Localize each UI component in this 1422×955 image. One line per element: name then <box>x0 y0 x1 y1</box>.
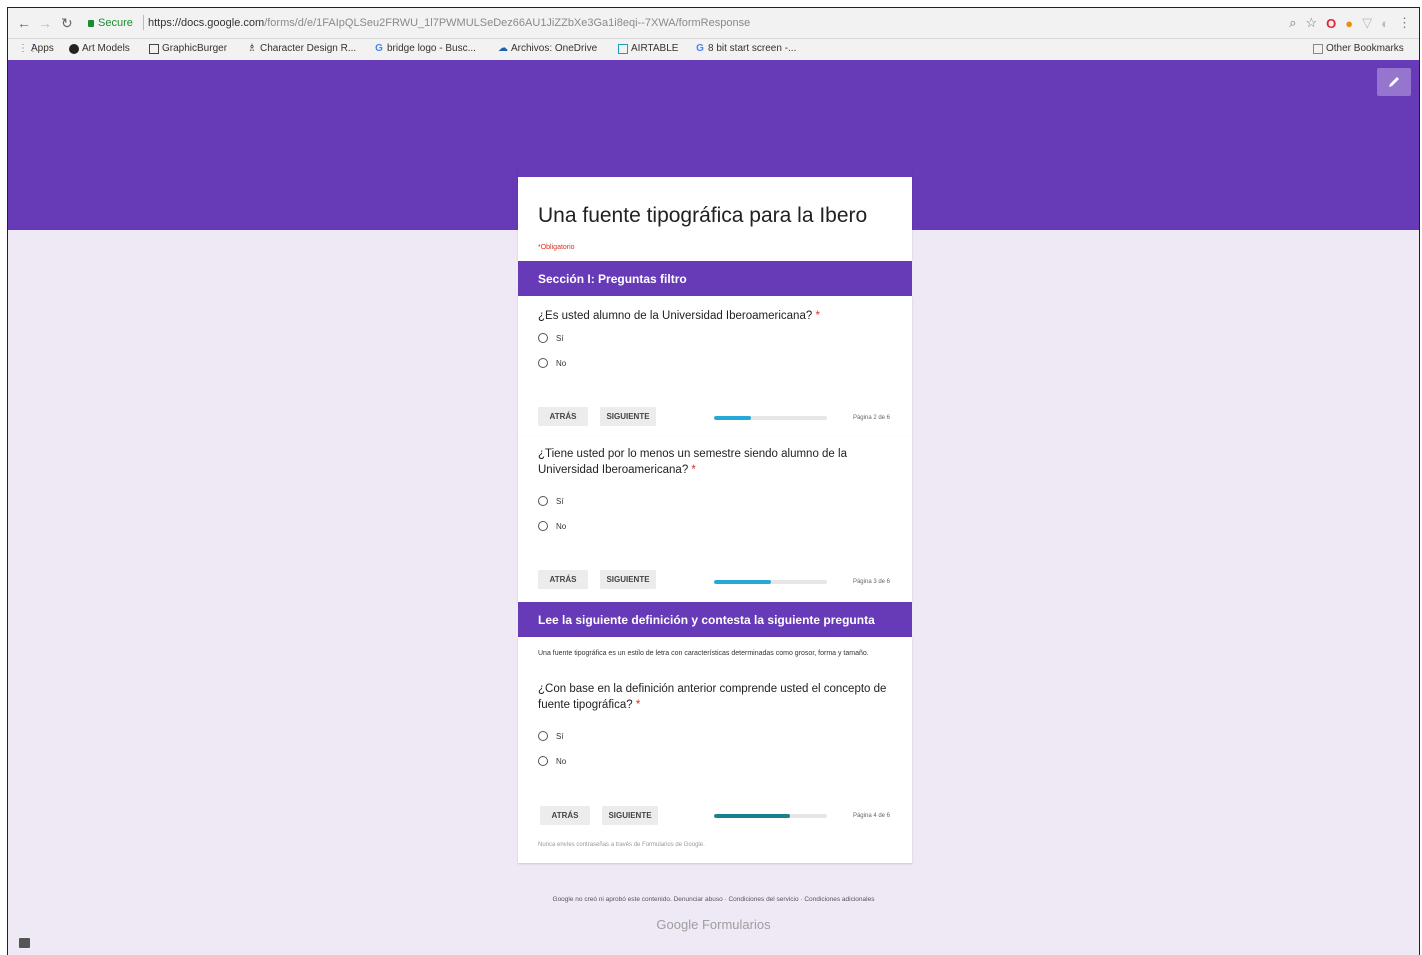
page-indicator-2: Página 3 de 6 <box>852 579 890 585</box>
required-asterisk: * <box>815 310 820 322</box>
pencil-icon <box>1389 77 1399 87</box>
extension-icon[interactable]: ● <box>1345 16 1353 31</box>
reload-icon[interactable]: ↻ <box>61 15 73 32</box>
lock-icon <box>88 20 94 27</box>
url-separator <box>143 15 144 30</box>
bookmark-other[interactable]: Other Bookmarks <box>1313 43 1404 54</box>
back-button-1[interactable]: ATRÁS <box>538 407 588 426</box>
never-submit-passwords: Nunca envíes contraseñas a través de For… <box>538 842 705 848</box>
option-si-3[interactable]: Sí <box>538 731 564 741</box>
opera-icon[interactable]: O <box>1326 16 1336 31</box>
edit-button[interactable] <box>1377 68 1411 96</box>
option-no-2[interactable]: No <box>538 521 566 531</box>
menu-icon[interactable]: ⋮ <box>1398 15 1411 31</box>
section-description: Una fuente tipográfica es un estilo de l… <box>538 650 869 657</box>
option-no-1[interactable]: No <box>538 358 566 368</box>
bookmark-airtable[interactable]: AIRTABLE <box>618 43 678 54</box>
progress-fill-3 <box>714 814 790 818</box>
required-asterisk: * <box>691 464 696 476</box>
option-si-1[interactable]: Sí <box>538 333 564 343</box>
question-card-1: ¿Es usted alumno de la Universidad Ibero… <box>518 296 912 436</box>
question-1: ¿Es usted alumno de la Universidad Ibero… <box>538 310 820 322</box>
bookmark-onedrive[interactable]: ☁ Archivos: OneDrive <box>498 43 597 54</box>
shield-icon[interactable]: ▽ <box>1362 15 1372 31</box>
zoom-icon[interactable]: ⌕ <box>1289 15 1296 31</box>
google-g-icon: G <box>375 42 383 54</box>
progress-bar-3 <box>714 814 827 818</box>
progress-fill-2 <box>714 580 771 584</box>
option-si-2[interactable]: Sí <box>538 496 564 506</box>
radio-icon[interactable] <box>538 756 548 766</box>
form-title-card: Una fuente tipográfica para la Ibero *Ob… <box>518 170 912 261</box>
star-icon[interactable]: ☆ <box>1306 15 1318 31</box>
circle-logo-icon <box>69 43 79 54</box>
progress-bar-1 <box>714 416 827 420</box>
page-indicator-3: Página 4 de 6 <box>852 813 890 819</box>
back-button-2[interactable]: ATRÁS <box>538 570 588 589</box>
apps-grid-icon: ⋮⋮ <box>18 42 38 54</box>
bookmark-apps[interactable]: ⋮⋮ Apps <box>18 43 54 54</box>
form-title: Una fuente tipográfica para la Ibero <box>538 204 868 227</box>
section-header-1: Sección I: Preguntas filtro <box>518 261 912 296</box>
next-button-1[interactable]: SIGUIENTE <box>600 407 656 426</box>
back-button-3[interactable]: ATRÁS <box>540 806 590 825</box>
toolbar-icons: ⌕ ☆ O ● ▽ ◐ ⋮ <box>1289 15 1411 31</box>
question-card-2: ¿Tiene usted por lo menos un semestre si… <box>518 436 912 602</box>
option-no-3[interactable]: No <box>538 756 566 766</box>
bookmarks-bar: ⋮⋮ Apps Art Models GraphicBurger ♗ Charact… <box>8 39 1419 61</box>
bookmark-graphicburger[interactable]: GraphicBurger <box>149 43 227 54</box>
page-indicator-1: Página 2 de 6 <box>852 415 890 421</box>
extension-icon-2[interactable]: ◐ <box>1381 16 1389 31</box>
address-bar: ← → ↻ Secure https://docs.google.com/for… <box>8 8 1419 39</box>
question-card-3: Una fuente tipográfica es un estilo de l… <box>518 637 912 863</box>
radio-icon[interactable] <box>538 333 548 343</box>
footer-links[interactable]: Google no creó ni aprobó este contenido.… <box>8 896 1419 903</box>
question-2: ¿Tiene usted por lo menos un semestre si… <box>538 448 847 476</box>
browser-window: ← → ↻ Secure https://docs.google.com/for… <box>7 7 1420 955</box>
square-logo-icon <box>149 43 159 54</box>
section-header-2: Lee la siguiente definición y contesta l… <box>518 602 912 637</box>
radio-icon[interactable] <box>538 496 548 506</box>
back-arrow-icon[interactable]: ← <box>17 15 31 31</box>
bookmark-art-models[interactable]: Art Models <box>69 43 130 54</box>
progress-fill-1 <box>714 416 752 420</box>
bookmark-8bit[interactable]: G8 bit start screen -... <box>695 43 796 54</box>
report-icon[interactable] <box>19 938 30 948</box>
bookmark-character-design[interactable]: ♗ Character Design R... <box>247 42 357 54</box>
next-button-3[interactable]: SIGUIENTE <box>602 806 658 825</box>
radio-icon[interactable] <box>538 521 548 531</box>
radio-icon[interactable] <box>538 731 548 741</box>
question-3: ¿Con base en la definición anterior comp… <box>538 683 887 711</box>
radio-icon[interactable] <box>538 358 548 368</box>
secure-indicator[interactable]: Secure <box>88 17 133 29</box>
google-forms-logo[interactable]: Google Formularios <box>8 917 1419 932</box>
required-note: *Obligatorio <box>538 244 575 251</box>
cloud-icon: ☁ <box>498 42 508 54</box>
google-g-icon-2: G <box>696 42 704 54</box>
progress-bar-2 <box>714 580 827 584</box>
airtable-icon <box>618 43 628 54</box>
url-field[interactable]: https://docs.google.com/forms/d/e/1FAIpQ… <box>148 17 750 29</box>
bookmark-bridge-logo[interactable]: Gbridge logo - Busc... <box>374 43 476 54</box>
required-asterisk: * <box>635 699 641 711</box>
forward-arrow-icon[interactable]: → <box>38 15 52 31</box>
folder-icon <box>1313 43 1323 54</box>
next-button-2[interactable]: SIGUIENTE <box>600 570 656 589</box>
figure-icon: ♗ <box>247 42 257 54</box>
